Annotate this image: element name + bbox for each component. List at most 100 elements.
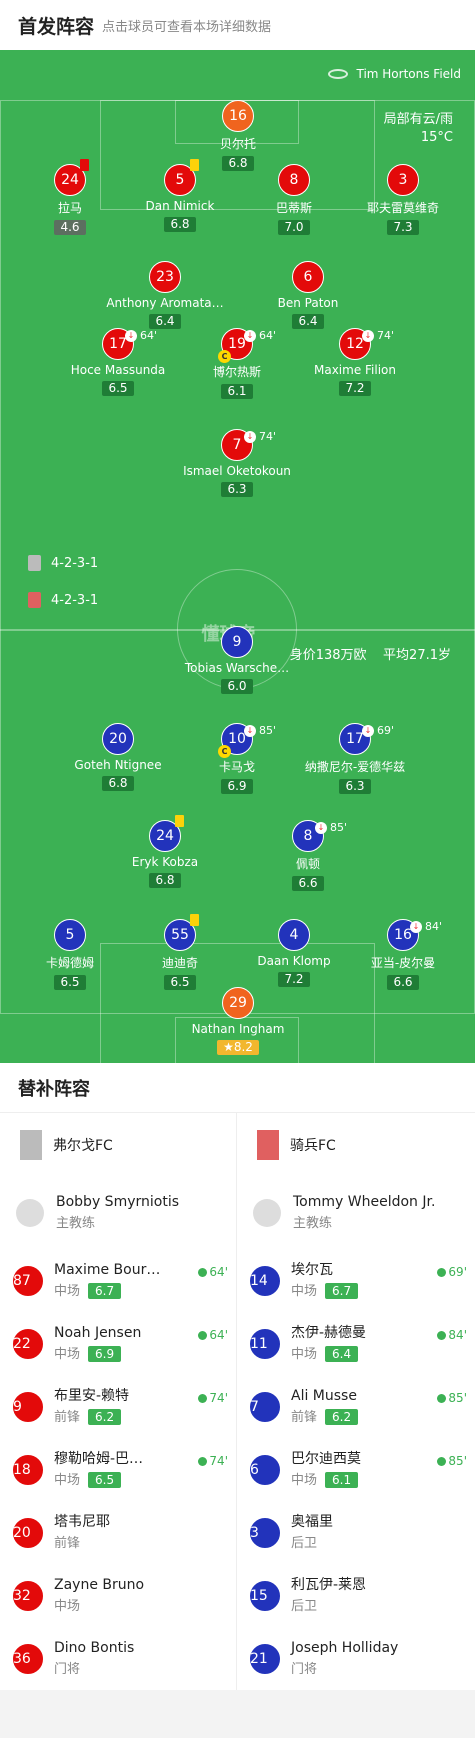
player-rating: 6.3 bbox=[339, 779, 371, 794]
jersey-number-text: 5 bbox=[175, 172, 185, 188]
away-team-header[interactable]: 骑兵FC bbox=[237, 1113, 475, 1177]
jersey-number-text: 29 bbox=[229, 995, 247, 1011]
sub-name: Dino Bontis bbox=[54, 1639, 135, 1656]
player-rating: 6.8 bbox=[164, 217, 196, 232]
away-player[interactable]: 8 ↓ 85' 佩顿 6.6 bbox=[233, 820, 383, 891]
jersey-number-text: 15 bbox=[250, 1587, 268, 1604]
jersey-number: 8 bbox=[278, 164, 310, 196]
sub-rating: 6.2 bbox=[325, 1408, 359, 1425]
player-name: 贝尔托 bbox=[219, 137, 256, 151]
venue: Tim Hortons Field bbox=[328, 67, 461, 81]
player-rating: 7.2 bbox=[278, 972, 310, 987]
sub-position: 中场 6.1 bbox=[291, 1470, 361, 1492]
away-player[interactable]: 24 Eryk Kobza 6.8 bbox=[90, 815, 240, 888]
page-title: 首发阵容 bbox=[18, 15, 95, 38]
sub-position: 前锋 6.2 bbox=[54, 1407, 129, 1429]
sub-row[interactable]: 14 埃尔瓦 中场 6.7 69' bbox=[237, 1249, 475, 1312]
rating-value: 7.2 bbox=[284, 972, 304, 986]
page-subtitle: 点击球员可查看本场详细数据 bbox=[102, 19, 272, 35]
player-name: Anthony Aromata… bbox=[106, 296, 224, 310]
rating-value: 7.3 bbox=[393, 220, 413, 234]
weather: 局部有云/雨 15°C bbox=[384, 111, 453, 147]
sub-position: 后卫 bbox=[291, 1596, 366, 1618]
jersey-number: 17 ↓ 69' bbox=[339, 723, 394, 755]
away-formation: 4-2-3-1 bbox=[28, 592, 98, 608]
sub-row[interactable]: 9 布里安-赖特 前锋 6.2 74' bbox=[0, 1375, 236, 1438]
jersey-number-text: 6 bbox=[303, 269, 313, 285]
sub-row[interactable]: 3 奥福里 后卫 bbox=[237, 1501, 475, 1564]
sub-name: 利瓦伊-莱恩 bbox=[291, 1576, 367, 1593]
sub-row[interactable]: 18 穆勒哈姆-巴… 中场 6.5 74' bbox=[0, 1438, 236, 1501]
jersey-number-text: 24 bbox=[61, 172, 79, 188]
home-team-header[interactable]: 弗尔戈FC bbox=[0, 1113, 236, 1177]
sub-pos-text: 中场 bbox=[291, 1472, 318, 1488]
away-avg-age: 平均27.1岁 bbox=[383, 648, 451, 663]
sub-position: 门将 bbox=[291, 1659, 398, 1681]
jersey-number-text: 7 bbox=[250, 1398, 259, 1415]
rating-value: 6.0 bbox=[227, 679, 247, 693]
sub-row[interactable]: 20 塔韦尼耶 前锋 bbox=[0, 1501, 236, 1564]
player-rating: 6.5 bbox=[102, 381, 134, 396]
home-player[interactable]: 3 耶夫雷莫维奇 7.3 bbox=[328, 164, 475, 235]
sub-pos-text: 后卫 bbox=[291, 1598, 318, 1614]
sub-name: 奥福里 bbox=[291, 1513, 333, 1530]
away-coach-name: Tommy Wheeldon Jr. bbox=[293, 1194, 436, 1210]
home-player[interactable]: 6 Ben Paton 6.4 bbox=[233, 261, 383, 329]
sub-row[interactable]: 21 Joseph Holliday 门将 bbox=[237, 1627, 475, 1690]
sub-in-marker: 85' bbox=[437, 1391, 467, 1405]
player-rating: 7.2 bbox=[339, 381, 371, 396]
jersey-number: 7 ↓ 74' bbox=[221, 429, 276, 461]
away-player[interactable]: 16 ↓ 84' 亚当-皮尔曼 6.6 bbox=[328, 919, 475, 990]
home-player[interactable]: 23 Anthony Aromata… 6.4 bbox=[90, 261, 240, 329]
sub-name: Ali Musse bbox=[291, 1387, 357, 1404]
jersey-number: 10 C ↓ 85' bbox=[218, 723, 276, 758]
sub-row[interactable]: 32 Zayne Bruno 中场 bbox=[0, 1564, 236, 1627]
player-rating: 6.6 bbox=[387, 975, 419, 990]
sub-out-icon: ↓ bbox=[244, 330, 256, 342]
sub-pos-text: 后卫 bbox=[291, 1535, 318, 1551]
home-formation: 4-2-3-1 bbox=[28, 555, 98, 571]
sub-rating: 6.7 bbox=[325, 1282, 359, 1299]
sub-position: 门将 bbox=[54, 1659, 134, 1681]
home-coach-name: Bobby Smyrniotis bbox=[56, 1194, 179, 1210]
home-player[interactable]: 7 ↓ 74' Ismael Oketokoun 6.3 bbox=[162, 429, 312, 497]
away-sub-list: 14 埃尔瓦 中场 6.7 69' 11 杰伊-赫德曼 中场 6.4 84' 7 Ali Musse 前… bbox=[237, 1249, 475, 1690]
sub-time: 69' bbox=[377, 724, 395, 737]
sub-row[interactable]: 36 Dino Bontis 门将 bbox=[0, 1627, 236, 1690]
rating-value: 6.5 bbox=[60, 975, 80, 989]
home-player[interactable]: 12 ↓ 74' Maxime Filion 7.2 bbox=[280, 328, 430, 396]
sub-row[interactable]: 87 Maxime Bour… 中场 6.7 64' bbox=[0, 1249, 236, 1312]
sub-out-marker: ↓ 69' bbox=[362, 716, 394, 746]
jersey-number-text: 9 bbox=[232, 634, 242, 650]
sub-row[interactable]: 7 Ali Musse 前锋 6.2 85' bbox=[237, 1375, 475, 1438]
home-team-logo bbox=[20, 1130, 42, 1160]
away-player[interactable]: 29 Nathan Ingham ★8.2 bbox=[163, 987, 313, 1055]
away-player[interactable]: 9 Tobias Warsche… 6.0 bbox=[162, 626, 312, 694]
away-coach[interactable]: Tommy Wheeldon Jr. 主教练 bbox=[237, 1177, 475, 1249]
subs-columns: 弗尔戈FC Bobby Smyrniotis 主教练 87 Maxime Bour…… bbox=[0, 1113, 475, 1690]
home-coach[interactable]: Bobby Smyrniotis 主教练 bbox=[0, 1177, 236, 1249]
sub-row[interactable]: 11 杰伊-赫德曼 中场 6.4 84' bbox=[237, 1312, 475, 1375]
star-icon: ★ bbox=[223, 1040, 234, 1054]
sub-row[interactable]: 15 利瓦伊-莱恩 后卫 bbox=[237, 1564, 475, 1627]
jersey-number-text: 20 bbox=[13, 1524, 31, 1541]
sub-name: 巴尔迪西莫 bbox=[291, 1450, 361, 1467]
sub-in-time: 64' bbox=[209, 1328, 228, 1342]
rating-value: 6.4 bbox=[298, 314, 318, 328]
away-coach-role: 主教练 bbox=[293, 1216, 333, 1231]
jersey-number-text: 20 bbox=[109, 731, 127, 747]
away-player[interactable]: 17 ↓ 69' 纳撒尼尔-爱德华兹 6.3 bbox=[280, 723, 430, 794]
sub-row[interactable]: 22 Noah Jensen 中场 6.9 64' bbox=[0, 1312, 236, 1375]
sub-in-icon bbox=[437, 1393, 447, 1403]
sub-out-marker: ↓ 85' bbox=[244, 716, 276, 746]
jersey-number-text: 6 bbox=[250, 1461, 259, 1478]
sub-name: 布里安-赖特 bbox=[54, 1387, 130, 1404]
sub-time: 64' bbox=[259, 329, 277, 342]
sub-pos-text: 门将 bbox=[54, 1661, 81, 1677]
sub-rating: 6.2 bbox=[88, 1408, 122, 1425]
sub-pos-text: 中场 bbox=[54, 1346, 81, 1362]
away-meta: 身价138万欧 平均27.1岁 bbox=[290, 644, 451, 663]
sub-row[interactable]: 6 巴尔迪西莫 中场 6.1 85' bbox=[237, 1438, 475, 1501]
player-rating: 6.9 bbox=[221, 779, 253, 794]
home-player[interactable]: 16 贝尔托 6.8 bbox=[163, 100, 313, 171]
